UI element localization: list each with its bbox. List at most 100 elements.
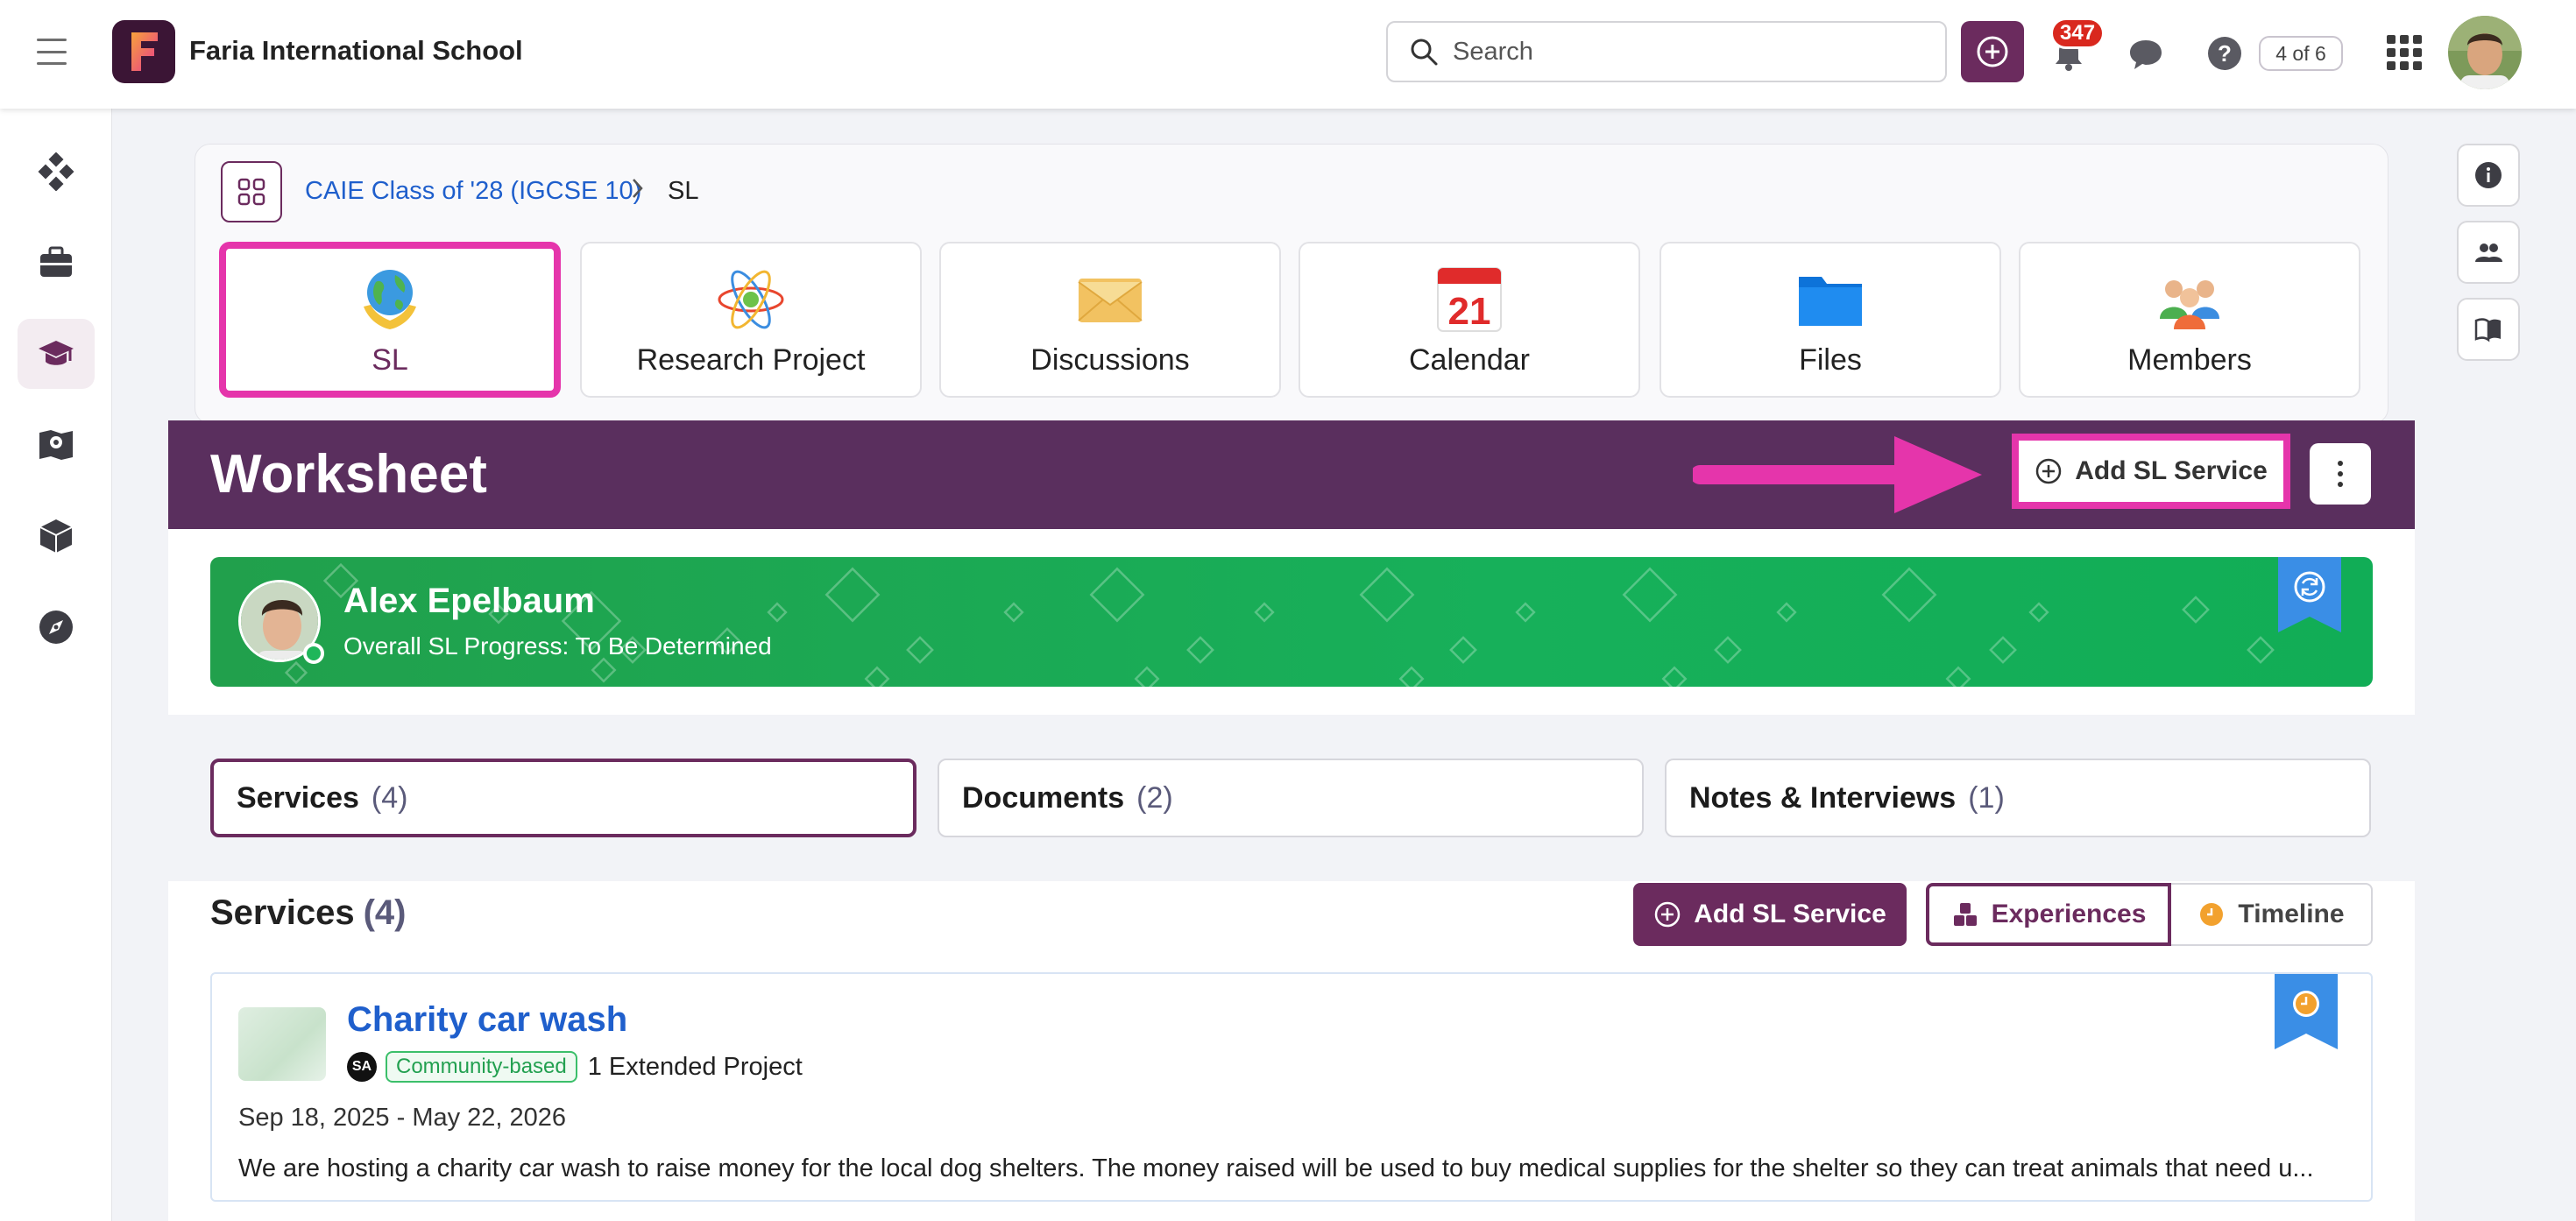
clock-ribbon-icon[interactable] (2275, 974, 2338, 1049)
tile-members-label: Members (2127, 343, 2252, 377)
student-progress: Overall SL Progress: To Be Determined (343, 632, 772, 660)
student-name[interactable]: Alex Epelbaum (343, 582, 595, 621)
sidebar-item-map[interactable] (18, 410, 95, 480)
tab-services-label: Services (237, 780, 359, 815)
user-avatar[interactable] (2448, 16, 2522, 89)
graduation-cap-icon (39, 341, 74, 365)
sidebar-item-explore[interactable] (18, 592, 95, 662)
info-icon (2475, 162, 2502, 188)
members-icon (2160, 280, 2219, 329)
faria-logo-icon (131, 32, 158, 71)
sidebar-item-resources[interactable] (18, 501, 95, 571)
category-badge: Community-based (386, 1051, 577, 1083)
plus-circle-icon (1654, 901, 1681, 928)
search-input[interactable] (1453, 37, 1908, 67)
tile-sl[interactable]: SL (219, 242, 561, 398)
timeline-view-label: Timeline (2238, 900, 2345, 928)
worksheet-bar: Worksheet Add SL Service (168, 420, 2415, 529)
cube-icon (39, 519, 73, 553)
plus-circle-icon (1977, 36, 2008, 67)
service-title[interactable]: Charity car wash (347, 1000, 627, 1040)
tile-discussions[interactable]: Discussions (939, 242, 1281, 398)
map-book-icon (39, 430, 73, 460)
services-heading-count: (4) (363, 893, 407, 932)
search-box[interactable] (1386, 21, 1947, 82)
tile-members[interactable]: Members (2019, 242, 2360, 398)
more-options-icon[interactable] (2310, 443, 2371, 505)
worksheet-title: Worksheet (210, 444, 487, 505)
people-icon (2475, 243, 2502, 262)
chevron-right-icon (633, 179, 643, 198)
add-sl-service-button[interactable]: Add SL Service (1633, 883, 1907, 946)
tile-calendar-label: Calendar (1409, 343, 1530, 377)
service-description: We are hosting a charity car wash to rai… (238, 1154, 2314, 1182)
tab-services[interactable]: Services (4) (210, 759, 916, 837)
breadcrumb-separator (631, 175, 645, 208)
service-thumbnail (238, 1007, 326, 1081)
sidebar-item-dashboard[interactable] (18, 137, 95, 207)
worksheet-add-sl-service-button[interactable]: Add SL Service (2012, 434, 2290, 509)
apps-grid-icon[interactable] (2387, 35, 2422, 70)
tile-discussions-label: Discussions (1030, 343, 1190, 377)
hamburger-menu-icon[interactable] (37, 39, 67, 65)
tab-notes-interviews[interactable]: Notes & Interviews (1) (1665, 759, 2371, 837)
breadcrumb-class-link[interactable]: CAIE Class of '28 (IGCSE 10) (305, 177, 641, 206)
breadcrumb-current: SL (668, 177, 699, 205)
briefcase-icon (40, 246, 72, 277)
worksheet-add-sl-service-label: Add SL Service (2075, 456, 2268, 485)
tab-notes-interviews-label: Notes & Interviews (1689, 780, 1957, 815)
tab-notes-interviews-count: (1) (1968, 780, 2005, 815)
refresh-ribbon-icon[interactable] (2278, 557, 2341, 632)
sidebar-item-academics[interactable] (18, 319, 95, 389)
experiences-view-button[interactable]: Experiences (1926, 883, 2171, 946)
book-icon (2474, 318, 2501, 342)
globe-hands-icon (364, 270, 416, 329)
info-button[interactable] (2457, 144, 2520, 207)
tile-sl-label: SL (372, 343, 408, 377)
clock-icon (2200, 903, 2224, 926)
calendar-day: 21 (1448, 290, 1491, 333)
tile-files-label: Files (1799, 343, 1862, 377)
plus-circle-icon (2035, 458, 2062, 484)
dashboard-icon (38, 152, 74, 191)
service-card[interactable]: Charity car wash SA Community-based 1 Ex… (210, 972, 2373, 1202)
create-button[interactable] (1961, 21, 2024, 82)
view-toggle: Experiences Timeline (1926, 883, 2373, 946)
pager-indicator[interactable]: 4 of 6 (2259, 36, 2343, 71)
tab-documents-label: Documents (962, 780, 1125, 815)
school-name[interactable]: Faria International School (189, 35, 523, 67)
help-icon[interactable]: ? (2206, 35, 2243, 72)
diamond-pattern (284, 562, 2275, 687)
left-sidebar (0, 109, 112, 1221)
envelope-icon (1078, 279, 1143, 322)
tab-services-count: (4) (371, 780, 408, 815)
timeline-view-button[interactable]: Timeline (2171, 883, 2373, 946)
online-status-dot (303, 643, 324, 664)
tile-research-project-label: Research Project (636, 343, 866, 377)
search-icon (1411, 39, 1438, 66)
top-bar: Faria International School 347 ? 4 of 6 (0, 0, 2576, 109)
tab-documents-count: (2) (1136, 780, 1173, 815)
atom-icon (718, 270, 784, 329)
tile-research-project[interactable]: Research Project (580, 242, 922, 398)
notification-count-badge: 347 (2050, 18, 2105, 49)
calendar-icon: 21 (1437, 267, 1502, 333)
folder-icon (1799, 277, 1862, 326)
user-avatar-image (2448, 16, 2522, 89)
services-heading: Services (4) (210, 893, 406, 933)
guide-button[interactable] (2457, 298, 2520, 361)
owner-initials-badge: SA (347, 1052, 377, 1082)
class-grid-button[interactable] (221, 161, 282, 222)
school-logo[interactable] (112, 20, 175, 83)
service-meta: SA Community-based 1 Extended Project (347, 1051, 803, 1083)
compass-icon (39, 610, 73, 644)
tile-calendar[interactable]: 21 Calendar (1299, 242, 1640, 398)
tab-documents[interactable]: Documents (2) (938, 759, 1644, 837)
people-button[interactable] (2457, 221, 2520, 284)
sidebar-item-portfolio[interactable] (18, 228, 95, 298)
arrow-annotation-icon (1693, 436, 1982, 513)
chat-icon[interactable] (2127, 37, 2164, 72)
student-banner: Alex Epelbaum Overall SL Progress: To Be… (210, 557, 2373, 687)
tile-files[interactable]: Files (1660, 242, 2001, 398)
svg-text:?: ? (2218, 40, 2232, 67)
